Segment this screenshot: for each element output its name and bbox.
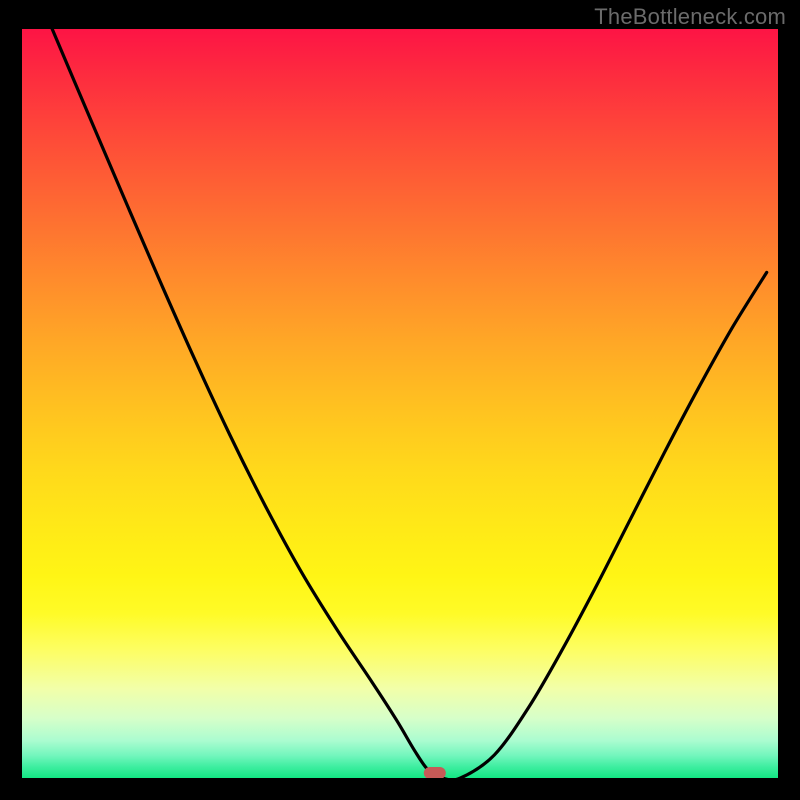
minimum-marker — [22, 29, 778, 778]
watermark-text: TheBottleneck.com — [594, 4, 786, 30]
chart-frame: TheBottleneck.com — [0, 0, 800, 800]
minimum-marker-rect — [424, 767, 446, 778]
plot-area — [22, 29, 778, 778]
